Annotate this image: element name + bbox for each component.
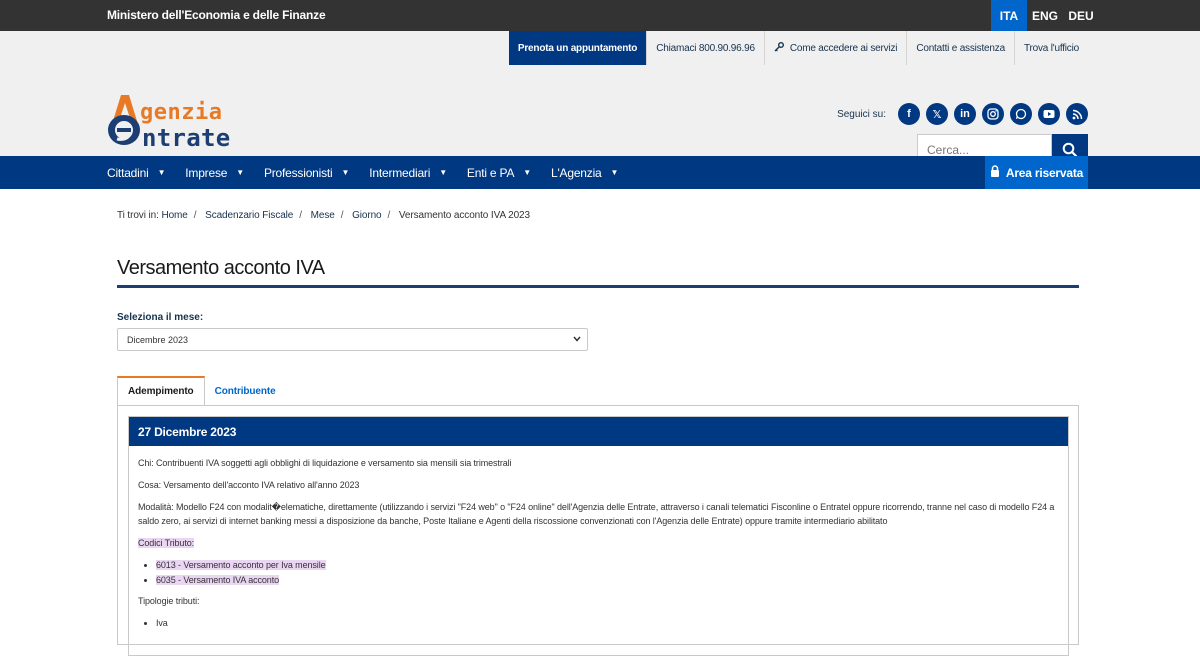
lang-ita[interactable]: ITA bbox=[991, 0, 1027, 31]
caret-down-icon: ▼ bbox=[439, 168, 447, 177]
nav-agenzia[interactable]: L'Agenzia ▼ bbox=[551, 156, 618, 189]
access-services-link[interactable]: Come accedere ai servizi bbox=[763, 31, 906, 65]
month-select[interactable]: Dicembre 2023 bbox=[117, 328, 588, 351]
title-divider bbox=[117, 285, 1079, 288]
nav-imprese[interactable]: Imprese ▼ bbox=[185, 156, 244, 189]
list-item: 6013 - Versamento acconto per Iva mensil… bbox=[156, 558, 1059, 572]
breadcrumb-separator: / bbox=[193, 210, 197, 221]
appointment-button[interactable]: Prenota un appuntamento bbox=[508, 31, 647, 65]
tax-code: 6013 - Versamento acconto per Iva mensil… bbox=[156, 560, 326, 570]
tax-types-list: Iva bbox=[156, 616, 1059, 630]
breadcrumb-current: Versamento acconto IVA 2023 bbox=[398, 210, 530, 221]
call-link[interactable]: Chiamaci 800.90.96.96 bbox=[646, 31, 764, 65]
logo-text-bottom: ntrate bbox=[142, 124, 231, 152]
nav-label: L'Agenzia bbox=[550, 165, 602, 180]
list-item: Iva bbox=[156, 616, 1059, 630]
logo-text-top: genzia bbox=[140, 100, 223, 125]
nav-label: Imprese bbox=[185, 165, 228, 180]
site-header: Prenota un appuntamento Chiamaci 800.90.… bbox=[0, 31, 1200, 166]
nav-label: Intermediari bbox=[369, 165, 431, 180]
deadline-card: 27 Dicembre 2023 Chi: Contribuenti IVA s… bbox=[128, 416, 1069, 656]
caret-down-icon: ▼ bbox=[523, 168, 531, 177]
nav-intermediari[interactable]: Intermediari ▼ bbox=[369, 156, 447, 189]
x-icon[interactable]: 𝕏 bbox=[926, 103, 948, 125]
whatsapp-icon[interactable] bbox=[1010, 103, 1032, 125]
nav-label: Cittadini bbox=[107, 165, 149, 180]
breadcrumb-separator: / bbox=[387, 210, 391, 221]
breadcrumb-giorno[interactable]: Giorno bbox=[352, 210, 382, 221]
deadline-date: 27 Dicembre 2023 bbox=[129, 417, 1068, 446]
tab-contribuente[interactable]: Contribuente bbox=[205, 376, 286, 406]
tax-codes-label: Codici Tributo: bbox=[138, 538, 195, 548]
breadcrumb: Ti trovi in: Home / Scadenzario Fiscale / … bbox=[117, 210, 530, 221]
nav-enti-pa[interactable]: Enti e PA ▼ bbox=[467, 156, 531, 189]
language-switcher: ITA ENG DEU bbox=[991, 0, 1099, 31]
caret-down-icon: ▼ bbox=[236, 168, 244, 177]
lang-eng[interactable]: ENG bbox=[1027, 0, 1063, 31]
social-label: Seguici su: bbox=[837, 108, 886, 120]
lock-icon bbox=[990, 165, 1000, 180]
access-services-label: Come accedere ai servizi bbox=[789, 42, 898, 54]
contacts-link[interactable]: Contatti e assistenza bbox=[906, 31, 1014, 65]
tab-bar: Adempimento Contribuente bbox=[117, 376, 286, 406]
find-office-link[interactable]: Trova l'ufficio bbox=[1013, 31, 1088, 65]
breadcrumb-prefix: Ti trovi in: bbox=[117, 210, 159, 221]
ministry-link[interactable]: Ministero dell'Economia e delle Finanze bbox=[107, 8, 326, 22]
top-bar: Ministero dell'Economia e delle Finanze … bbox=[0, 0, 1200, 31]
chevron-down-icon bbox=[573, 334, 581, 344]
reserved-area-button[interactable]: Area riservata bbox=[985, 156, 1088, 189]
deadline-cosa: Cosa: Versamento dell'acconto IVA relati… bbox=[138, 480, 360, 490]
caret-down-icon: ▼ bbox=[610, 168, 619, 177]
youtube-icon[interactable] bbox=[1038, 103, 1060, 125]
instagram-icon[interactable] bbox=[982, 103, 1004, 125]
list-item: 6035 - Versamento IVA acconto bbox=[156, 573, 1059, 587]
breadcrumb-separator: / bbox=[340, 210, 344, 221]
header-links: Prenota un appuntamento Chiamaci 800.90.… bbox=[508, 31, 1088, 65]
deadline-modalita: Modalità: Modello F24 con modalit�elemat… bbox=[138, 502, 1055, 526]
caret-down-icon: ▼ bbox=[341, 168, 350, 177]
nav-professionisti[interactable]: Professionisti ▼ bbox=[264, 156, 349, 189]
linkedin-icon[interactable]: in bbox=[954, 103, 976, 125]
agenzia-entrate-logo[interactable]: genzia ntrate bbox=[107, 95, 277, 153]
caret-down-icon: ▼ bbox=[157, 168, 166, 177]
nav-label: Enti e PA bbox=[466, 165, 515, 180]
nav-cittadini[interactable]: Cittadini ▼ bbox=[107, 156, 165, 189]
tax-codes-list: 6013 - Versamento acconto per Iva mensil… bbox=[156, 558, 1059, 587]
lang-deu[interactable]: DEU bbox=[1063, 0, 1099, 31]
breadcrumb-home[interactable]: Home bbox=[161, 210, 187, 221]
deadline-chi: Chi: Contribuenti IVA soggetti agli obbl… bbox=[138, 458, 512, 468]
tax-code: 6035 - Versamento IVA acconto bbox=[156, 575, 280, 585]
reserved-area-label: Area riservata bbox=[1005, 165, 1084, 180]
tab-adempimento[interactable]: Adempimento bbox=[117, 376, 205, 406]
breadcrumb-scadenzario[interactable]: Scadenzario Fiscale bbox=[205, 210, 293, 221]
month-select-label: Seleziona il mese: bbox=[117, 312, 204, 323]
deadline-body: Chi: Contribuenti IVA soggetti agli obbl… bbox=[129, 446, 1068, 630]
nav-label: Professionisti bbox=[263, 165, 333, 180]
main-navigation: Cittadini ▼ Imprese ▼ Professionisti ▼ Inte… bbox=[0, 156, 1200, 189]
breadcrumb-mese[interactable]: Mese bbox=[311, 210, 335, 221]
page-title: Versamento acconto IVA bbox=[117, 257, 325, 279]
facebook-icon[interactable]: f bbox=[898, 103, 920, 125]
tab-panel: 27 Dicembre 2023 Chi: Contribuenti IVA s… bbox=[117, 405, 1079, 656]
tax-types-label: Tipologie tributi: bbox=[138, 596, 200, 606]
month-select-value: Dicembre 2023 bbox=[127, 334, 189, 345]
social-links: Seguici su: f 𝕏 in bbox=[837, 103, 1088, 125]
breadcrumb-separator: / bbox=[299, 210, 302, 221]
key-icon bbox=[774, 41, 784, 55]
rss-icon[interactable] bbox=[1066, 103, 1088, 125]
